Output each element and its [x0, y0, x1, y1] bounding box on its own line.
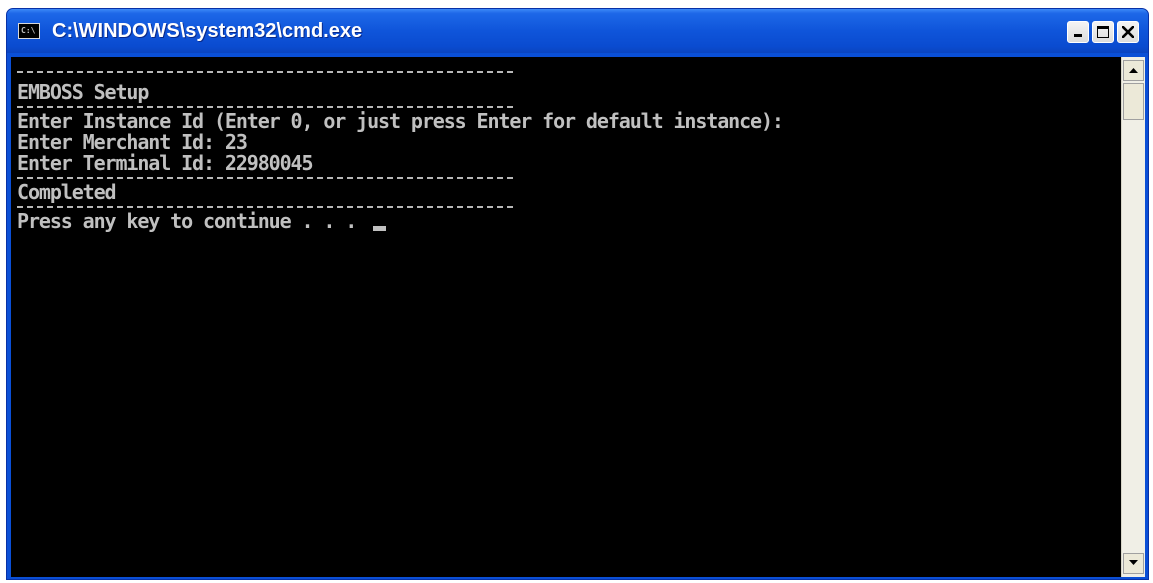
- console-lines: EMBOSS Setup Enter Instance Id (Enter 0,…: [17, 62, 784, 232]
- console-continue-line: Press any key to continue . . .: [17, 211, 783, 232]
- continue-prompt: Press any key to continue . . .: [17, 209, 368, 233]
- cmd-window: C:\ C:\WINDOWS\system32\cmd.exe EMBOSS S…: [6, 8, 1149, 580]
- scroll-down-button[interactable]: [1123, 553, 1144, 574]
- console-status: Completed: [17, 180, 117, 204]
- console-line-merchant: Enter Merchant Id: 23: [17, 130, 248, 154]
- scroll-thumb[interactable]: [1123, 83, 1144, 120]
- maximize-icon: [1097, 26, 1109, 38]
- separator-line: [17, 203, 783, 211]
- separator-line: [17, 62, 783, 82]
- close-button[interactable]: [1117, 21, 1139, 43]
- console-line-instance: Enter Instance Id (Enter 0, or just pres…: [17, 109, 784, 133]
- console-line-terminal: Enter Terminal Id: 22980045: [17, 151, 314, 175]
- close-icon: [1122, 26, 1134, 38]
- minimize-icon: [1074, 34, 1082, 37]
- minimize-button[interactable]: [1067, 21, 1089, 43]
- arrow-up-icon: [1129, 68, 1138, 73]
- separator-line: [17, 174, 783, 182]
- vertical-scrollbar[interactable]: [1121, 57, 1145, 577]
- maximize-button[interactable]: [1092, 21, 1114, 43]
- console-output[interactable]: EMBOSS Setup Enter Instance Id (Enter 0,…: [11, 57, 1121, 577]
- cmd-prompt-icon[interactable]: C:\: [18, 23, 40, 39]
- scroll-up-button[interactable]: [1123, 60, 1144, 81]
- arrow-down-icon: [1129, 560, 1138, 565]
- separator-line: [17, 103, 783, 111]
- window-title: C:\WINDOWS\system32\cmd.exe: [52, 20, 363, 42]
- title-bar[interactable]: C:\ C:\WINDOWS\system32\cmd.exe: [7, 9, 1148, 53]
- text-cursor: [373, 226, 387, 231]
- console-heading: EMBOSS Setup: [17, 80, 149, 104]
